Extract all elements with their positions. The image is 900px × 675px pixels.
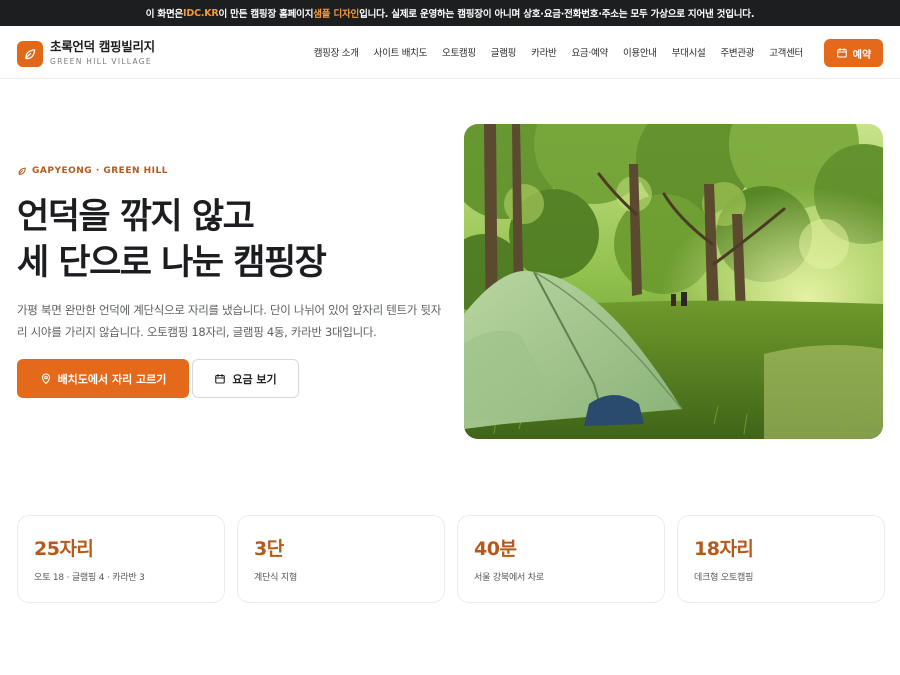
nav-item-about[interactable]: 캠핑장 소개 — [314, 45, 359, 59]
hero-title-line-1: 언덕을 깎지 않고 — [17, 197, 255, 237]
stat-value: 40분 — [474, 538, 517, 560]
stat-label: 데크형 오토캠핑 — [694, 573, 754, 583]
nav-item-facilities[interactable]: 부대시설 — [672, 45, 706, 59]
stat-value: 18자리 — [694, 538, 754, 560]
notice-text-2: 이 만든 캠핑장 홈페이지 — [218, 9, 314, 20]
reserve-button-label: 예약 — [852, 49, 872, 61]
nav-item-auto-camping[interactable]: 오토캠핑 — [442, 45, 476, 59]
stat-label: 서울 강북에서 차로 — [474, 573, 544, 583]
nav-item-guide[interactable]: 이용안내 — [623, 45, 657, 59]
leaf-icon — [17, 40, 43, 67]
hero-description: 가평 북면 완만한 언덕에 계단식으로 자리를 냈습니다. 단이 나뉘어 있어 … — [17, 303, 441, 339]
stat-card: 3단 계단식 지형 — [237, 515, 445, 603]
stat-card: 25자리 오토 18 · 글램핑 4 · 카라반 3 — [17, 515, 225, 603]
stat-card: 18자리 데크형 오토캠핑 — [677, 515, 885, 603]
stat-label: 오토 18 · 글램핑 4 · 카라반 3 — [34, 573, 145, 583]
brand-logo[interactable]: 초록언덕 캠핑빌리지 GREEN HILL VILLAGE — [17, 39, 155, 68]
stats-row: 25자리 오토 18 · 글램핑 4 · 카라반 3 3단 계단식 지형 40분… — [17, 515, 885, 603]
stat-value: 25자리 — [34, 538, 94, 560]
choose-site-button[interactable]: 배치도에서 자리 고르기 — [17, 359, 189, 398]
nav-item-tourism[interactable]: 주변관광 — [720, 45, 754, 59]
nav-item-glamping[interactable]: 글램핑 — [491, 45, 517, 59]
brand-name: 초록언덕 캠핑빌리지 — [50, 39, 155, 54]
stat-value: 3단 — [254, 538, 284, 560]
main-nav: 캠핑장 소개 사이트 배치도 오토캠핑 글램핑 카라반 요금·예약 이용안내 부… — [299, 45, 804, 59]
nav-item-site-map[interactable]: 사이트 배치도 — [374, 45, 428, 59]
notice-text-3: 입니다. 실제로 운영하는 캠핑장이 아니며 상호·요금·전화번호·주소는 모두… — [359, 9, 755, 20]
reserve-button[interactable]: 예약 — [824, 39, 883, 67]
hero-image-tent-forest — [464, 124, 883, 439]
nav-item-support[interactable]: 고객센터 — [769, 45, 803, 59]
hero-title-line-2: 세 단으로 나눈 캠핑장 — [17, 243, 327, 283]
stat-label: 계단식 지형 — [254, 573, 298, 583]
notice-highlight-sample: 샘플 디자인 — [313, 9, 360, 20]
calendar-icon — [215, 373, 226, 384]
hero-eyebrow-text: GAPYEONG · GREEN HILL — [32, 166, 168, 176]
nav-item-pricing[interactable]: 요금·예약 — [571, 45, 608, 59]
stat-card: 40분 서울 강북에서 차로 — [457, 515, 665, 603]
notice-highlight-brand: IDC.KR — [183, 7, 219, 19]
view-pricing-button-label: 요금 보기 — [232, 372, 277, 386]
hero-title: 언덕을 깎지 않고 세 단으로 나눈 캠핑장 — [17, 194, 327, 286]
nav-item-caravan[interactable]: 카라반 — [531, 45, 557, 59]
site-header: 초록언덕 캠핑빌리지 GREEN HILL VILLAGE 캠핑장 소개 사이트… — [0, 26, 900, 79]
leaf-icon — [18, 167, 26, 175]
hero-eyebrow: GAPYEONG · GREEN HILL — [17, 166, 168, 176]
notice-bar: 이 화면은 IDC.KR 이 만든 캠핑장 홈페이지 샘플 디자인 입니다. 실… — [0, 0, 900, 26]
view-pricing-button[interactable]: 요금 보기 — [192, 359, 299, 398]
choose-site-button-label: 배치도에서 자리 고르기 — [57, 372, 167, 386]
brand-subtitle: GREEN HILL VILLAGE — [50, 57, 152, 66]
notice-text-1: 이 화면은 — [145, 9, 184, 20]
map-pin-icon — [41, 372, 50, 384]
calendar-icon — [836, 47, 847, 58]
